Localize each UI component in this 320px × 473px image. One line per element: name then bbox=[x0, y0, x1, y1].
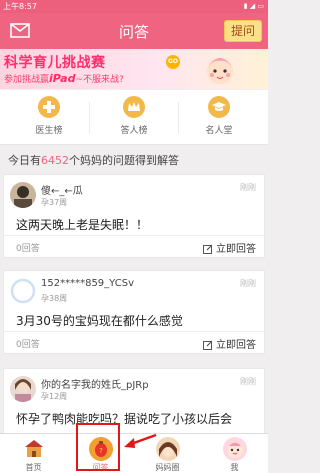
question-card[interactable]: 傻←_←瓜 孕37周 刚刚 这两天晚上老是失眠！！ 0回答 立即回答 bbox=[3, 174, 265, 258]
summary-prefix: 今日有 bbox=[8, 154, 41, 167]
question-text[interactable]: 3月30号的宝妈现在都什么感觉 bbox=[16, 312, 183, 329]
user-name[interactable]: 傻←_←瓜 bbox=[41, 182, 83, 197]
status-icons: ▮ ◢ ▭ bbox=[243, 2, 264, 10]
summary-suffix: 个妈妈的问题得到解答 bbox=[69, 154, 179, 167]
banner-title: 科学育儿挑战赛 bbox=[4, 55, 106, 71]
edit-icon bbox=[203, 340, 213, 350]
challenge-banner[interactable]: 科学育儿挑战赛 GO 参加挑战赢iPad~不服来战? bbox=[0, 49, 268, 89]
answer-now-button[interactable]: 立即回答 bbox=[203, 240, 256, 255]
answer-now-label: 立即回答 bbox=[216, 340, 256, 351]
tab-home-label: 首页 bbox=[25, 463, 42, 472]
tab-me[interactable]: 我 bbox=[201, 434, 268, 473]
banner-subtitle: 参加挑战赢iPad~不服来战? bbox=[4, 72, 124, 85]
house-icon bbox=[22, 437, 46, 461]
banner-go-badge: GO bbox=[166, 55, 180, 69]
post-time: 刚刚 bbox=[240, 183, 256, 192]
banner-sub-highlight: iPad bbox=[49, 72, 76, 85]
answer-now-button[interactable]: 立即回答 bbox=[203, 336, 256, 351]
cap-icon bbox=[208, 96, 230, 118]
avatar[interactable] bbox=[10, 376, 36, 402]
post-time: 刚刚 bbox=[240, 377, 256, 386]
answerer-rank-entry[interactable]: 答人榜 bbox=[99, 96, 169, 136]
answer-count: 0回答 bbox=[16, 340, 40, 350]
pregnancy-week: 孕38周 bbox=[41, 294, 68, 303]
banner-sub-prefix: 参加挑战赢 bbox=[4, 75, 50, 85]
hall-of-fame-label: 名人堂 bbox=[205, 126, 233, 136]
pregnancy-week: 孕37周 bbox=[41, 198, 68, 207]
avatar[interactable] bbox=[10, 278, 36, 304]
answer-count: 0回答 bbox=[16, 244, 40, 254]
baby-face-icon bbox=[222, 437, 247, 461]
answered-summary: 今日有6452个妈妈的问题得到解答 bbox=[8, 152, 179, 168]
top-navbar: 问答 提问 bbox=[0, 13, 268, 49]
ask-question-button[interactable]: 提问 bbox=[224, 20, 262, 42]
avatar[interactable] bbox=[10, 182, 36, 208]
divider bbox=[89, 102, 90, 134]
question-text[interactable]: 怀孕了鸭肉能吃吗？据说吃了小孩以后会 bbox=[16, 410, 232, 427]
mom-avatar-icon bbox=[155, 437, 180, 461]
question-text[interactable]: 这两天晚上老是失眠！！ bbox=[16, 216, 148, 233]
tab-home[interactable]: 首页 bbox=[0, 434, 67, 473]
question-card[interactable]: 152*****859_YCSv 孕38周 刚刚 3月30号的宝妈现在都什么感觉… bbox=[3, 270, 265, 354]
pregnancy-week: 孕12周 bbox=[41, 392, 68, 401]
banner-sub-suffix: ~不服来战? bbox=[75, 75, 124, 85]
arrow-icon bbox=[124, 433, 157, 448]
doctor-rank-label: 医生榜 bbox=[35, 126, 63, 136]
user-name[interactable]: 你的名字我的姓氏_pJRp bbox=[41, 376, 149, 391]
question-card[interactable]: 你的名字我的姓氏_pJRp 孕12周 刚刚 怀孕了鸭肉能吃吗？据说吃了小孩以后会 bbox=[3, 368, 265, 433]
highlight-box bbox=[76, 423, 120, 471]
post-time: 刚刚 bbox=[240, 279, 256, 288]
edit-icon bbox=[203, 244, 213, 254]
baby-illustration-icon bbox=[207, 58, 233, 84]
user-name[interactable]: 152*****859_YCSv bbox=[41, 278, 134, 289]
answer-now-label: 立即回答 bbox=[216, 244, 256, 255]
card-footer: 0回答 立即回答 bbox=[4, 235, 264, 257]
status-time: 上午8:57 bbox=[3, 2, 37, 11]
crown-icon bbox=[123, 96, 145, 118]
ranking-bar: 医生榜 答人榜 名人堂 bbox=[0, 89, 268, 145]
status-bar: 上午8:57 ▮ ◢ ▭ bbox=[0, 0, 268, 13]
answerer-rank-label: 答人榜 bbox=[120, 126, 148, 136]
summary-count: 6452 bbox=[41, 154, 69, 167]
card-footer: 0回答 立即回答 bbox=[4, 331, 264, 353]
divider bbox=[178, 102, 179, 134]
tab-me-label: 我 bbox=[230, 463, 239, 472]
plus-icon bbox=[38, 96, 60, 118]
doctor-rank-entry[interactable]: 医生榜 bbox=[14, 96, 84, 136]
hall-of-fame-entry[interactable]: 名人堂 bbox=[184, 96, 254, 136]
tab-mom-circle-label: 妈妈圈 bbox=[155, 463, 180, 472]
